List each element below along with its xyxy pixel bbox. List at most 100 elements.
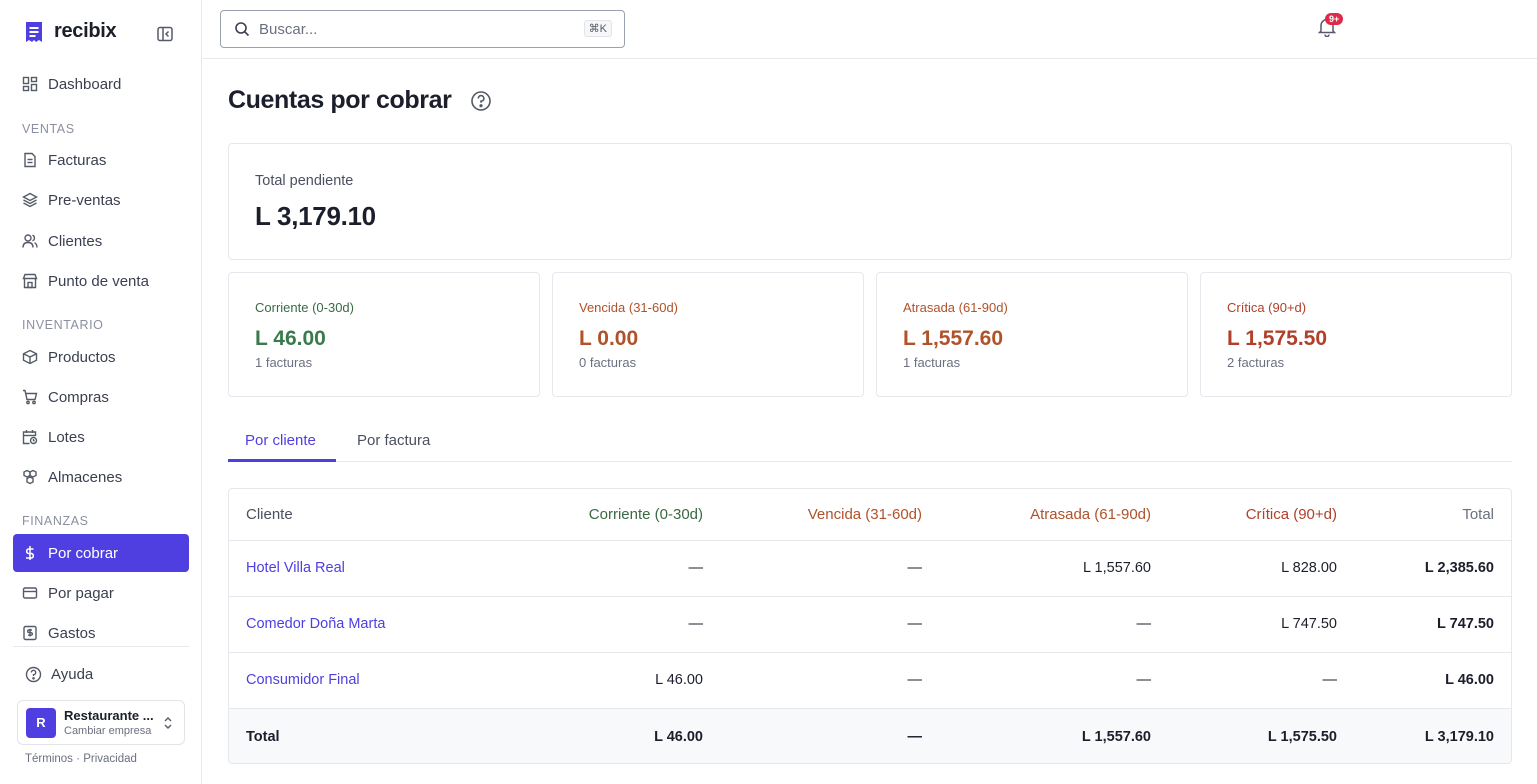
page-title: Cuentas por cobrar: [228, 86, 452, 114]
cell-total: L 2,385.60: [1337, 540, 1511, 597]
footer-links: Términos · Privacidad: [25, 753, 137, 765]
column-header-cliente: Cliente: [229, 489, 499, 541]
total-pending-label: Total pendiente: [255, 173, 354, 189]
credit-card-icon: [22, 587, 38, 599]
bucket-card-atrasada: Atrasada (61-90d) L 1,557.60 1 facturas: [876, 272, 1188, 397]
table-row: Hotel Villa Real — — L 1,557.60 L 828.00…: [229, 540, 1511, 597]
bucket-value: L 1,557.60: [903, 327, 1004, 350]
bucket-value: L 46.00: [255, 327, 326, 350]
brand-logo[interactable]: recibix: [24, 20, 117, 43]
bucket-label: Crítica (90+d): [1227, 300, 1307, 315]
bucket-label: Atrasada (61-90d): [903, 300, 1008, 315]
sidebar-item-label: Dashboard: [48, 75, 122, 93]
table-header-row: Cliente Corriente (0-30d) Vencida (31-60…: [229, 489, 1511, 541]
sidebar-item-label: Gastos: [48, 624, 96, 642]
column-header-atrasada: Atrasada (61-90d): [922, 489, 1151, 541]
total-corriente: L 46.00: [499, 708, 703, 763]
calendar-clock-icon: [22, 430, 38, 445]
column-header-vencida: Vencida (31-60d): [703, 489, 922, 541]
sidebar-item-por-pagar[interactable]: Por pagar: [13, 574, 189, 612]
search-shortcut: ⌘K: [583, 20, 612, 37]
section-finanzas: FINANZAS: [22, 514, 89, 528]
cell-corriente: —: [499, 540, 703, 597]
sidebar-item-label: Compras: [48, 388, 109, 406]
sidebar-item-lotes[interactable]: Lotes: [13, 418, 189, 456]
sidebar-item-productos[interactable]: Productos: [13, 338, 189, 376]
dollar-icon: [26, 546, 34, 560]
search-box[interactable]: ⌘K: [220, 10, 625, 48]
users-icon: [22, 234, 38, 248]
column-header-total: Total: [1337, 489, 1511, 541]
help-circle-icon[interactable]: [470, 90, 492, 112]
cell-atrasada: —: [922, 596, 1151, 653]
sidebar-item-por-cobrar[interactable]: Por cobrar: [13, 534, 189, 572]
cell-atrasada: —: [922, 652, 1151, 709]
client-link[interactable]: Consumidor Final: [246, 672, 360, 688]
sidebar-item-compras[interactable]: Compras: [13, 378, 189, 416]
cart-icon: [23, 389, 38, 405]
bucket-count: 2 facturas: [1227, 355, 1285, 370]
table-row: Consumidor Final L 46.00 — — — L 46.00: [229, 652, 1511, 709]
section-inventario: INVENTARIO: [22, 318, 104, 332]
cell-critica: —: [1151, 652, 1337, 709]
bucket-count: 1 facturas: [255, 355, 313, 370]
help-link[interactable]: Ayuda: [25, 666, 93, 683]
sidebar-item-dashboard[interactable]: Dashboard: [13, 65, 189, 103]
bucket-count: 1 facturas: [903, 355, 961, 370]
cell-vencida: —: [703, 652, 922, 709]
dashboard-icon: [22, 76, 38, 92]
chevron-up-down-icon: [164, 717, 172, 729]
company-action: Cambiar empresa: [64, 725, 152, 737]
sidebar-item-punto-de-venta[interactable]: Punto de venta: [13, 262, 189, 300]
cell-total: L 46.00: [1337, 652, 1511, 709]
receivables-table: Cliente Corriente (0-30d) Vencida (31-60…: [228, 488, 1512, 764]
store-icon: [22, 273, 38, 289]
sidebar: recibix Dashboard VENTAS Facturas Pre-ve…: [0, 0, 202, 784]
sidebar-item-facturas[interactable]: Facturas: [13, 141, 189, 179]
table-row: Comedor Doña Marta — — — L 747.50 L 747.…: [229, 596, 1511, 653]
privacy-link[interactable]: Privacidad: [83, 753, 137, 765]
boxes-icon: [23, 469, 37, 485]
bucket-card-corriente: Corriente (0-30d) L 46.00 1 facturas: [228, 272, 540, 397]
search-icon: [235, 22, 250, 37]
cell-vencida: —: [703, 540, 922, 597]
help-circle-icon: [25, 666, 42, 683]
receipt-logo-icon: [26, 21, 42, 42]
search-input[interactable]: [259, 20, 569, 38]
sidebar-item-label: Por pagar: [48, 584, 114, 602]
tab-por-factura[interactable]: Por factura: [357, 432, 430, 449]
total-pending-value: L 3,179.10: [255, 201, 376, 231]
bucket-value: L 1,575.50: [1227, 327, 1328, 350]
sidebar-divider: [13, 646, 189, 647]
sidebar-item-label: Lotes: [48, 428, 85, 446]
sidebar-item-pre-ventas[interactable]: Pre-ventas: [13, 181, 189, 219]
bucket-label: Corriente (0-30d): [255, 300, 354, 315]
total-row-label: Total: [229, 708, 499, 763]
tab-por-cliente[interactable]: Por cliente: [245, 432, 316, 449]
bucket-count: 0 facturas: [579, 355, 637, 370]
section-ventas: VENTAS: [22, 122, 75, 136]
document-icon: [24, 152, 36, 168]
total-pending-card: Total pendiente L 3,179.10: [228, 143, 1512, 260]
company-name: Restaurante ...: [64, 708, 154, 723]
help-label: Ayuda: [51, 666, 94, 683]
column-header-corriente: Corriente (0-30d): [499, 489, 703, 541]
sidebar-item-clientes[interactable]: Clientes: [13, 222, 189, 260]
topbar: ⌘K 9+: [203, 0, 1537, 59]
bucket-card-critica: Crítica (90+d) L 1,575.50 2 facturas: [1200, 272, 1512, 397]
client-link[interactable]: Comedor Doña Marta: [246, 616, 385, 632]
cell-vencida: —: [703, 596, 922, 653]
package-icon: [22, 349, 38, 365]
company-switcher[interactable]: R Restaurante ... Cambiar empresa: [17, 700, 185, 745]
brand-name: recibix: [54, 20, 117, 42]
cell-atrasada: L 1,557.60: [922, 540, 1151, 597]
layers-icon: [22, 192, 38, 208]
terms-link[interactable]: Términos: [25, 753, 73, 765]
collapse-sidebar-icon[interactable]: [156, 25, 174, 43]
footer-separator: ·: [76, 753, 80, 765]
cell-corriente: —: [499, 596, 703, 653]
sidebar-item-label: Pre-ventas: [48, 191, 121, 209]
company-avatar: R: [26, 707, 56, 738]
client-link[interactable]: Hotel Villa Real: [246, 560, 345, 576]
sidebar-item-almacenes[interactable]: Almacenes: [13, 458, 189, 496]
